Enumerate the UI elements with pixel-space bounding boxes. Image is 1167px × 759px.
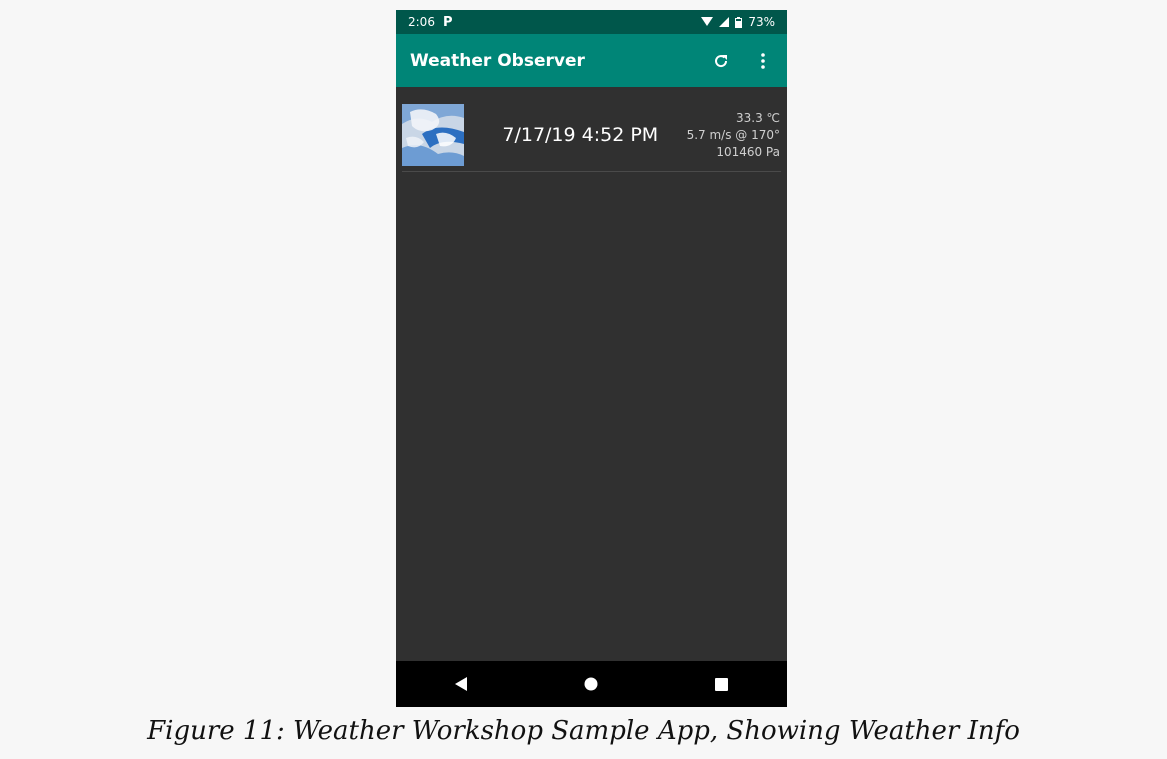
refresh-icon: [715, 54, 728, 67]
observation-date: 7/17/19 4:52 PM: [502, 124, 659, 146]
wind-label: 5.7 m/s @ 170°: [686, 127, 780, 142]
status-time: 2:06: [408, 15, 435, 29]
signal-icon: [719, 17, 730, 27]
navigation-bar: [396, 661, 787, 707]
back-icon: [455, 677, 468, 691]
weather-icon: [402, 104, 464, 166]
app-title: Weather Observer: [410, 50, 585, 71]
battery-icon: [735, 16, 743, 28]
app-bar: Weather Observer: [396, 34, 787, 87]
parking-icon: P: [442, 14, 453, 30]
wifi-icon: [701, 17, 714, 26]
more-vert-icon: [761, 52, 765, 69]
phone-screen: 2:06 P 73% Weather Observer 7/17/19 4:52…: [396, 10, 787, 707]
home-icon: [584, 677, 598, 691]
status-bar: 2:06 P 73%: [396, 10, 787, 34]
overview-icon: [715, 677, 729, 691]
observation-row[interactable]: 7/17/19 4:52 PM 33.3 ℃ 5.7 m/s @ 170° 10…: [402, 99, 781, 172]
overflow-menu-button[interactable]: [751, 49, 775, 73]
temperature-label: 33.3 ℃: [735, 110, 780, 125]
refresh-button[interactable]: [709, 49, 733, 73]
observation-details: 33.3 ℃ 5.7 m/s @ 170° 101460 Pa: [687, 110, 781, 161]
figure-caption: Figure 11: Weather Workshop Sample App, …: [147, 716, 1020, 746]
back-button[interactable]: [441, 664, 481, 704]
battery-percent: 73%: [748, 15, 775, 29]
home-button[interactable]: [571, 664, 611, 704]
overview-button[interactable]: [702, 664, 742, 704]
pressure-label: 101460 Pa: [716, 144, 780, 159]
